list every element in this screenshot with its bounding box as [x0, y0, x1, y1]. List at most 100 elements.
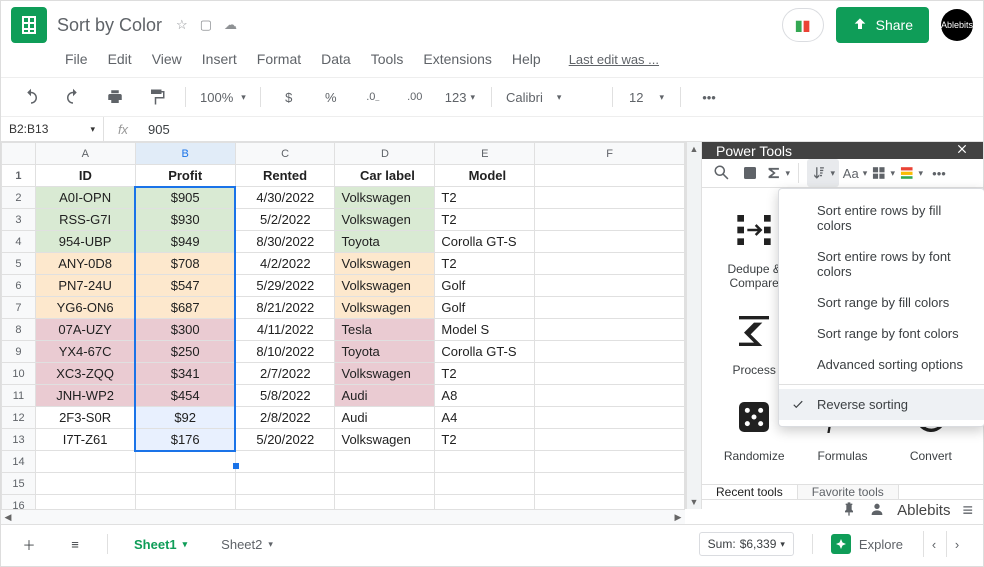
header-rented[interactable]: Rented — [235, 165, 335, 187]
menu-help[interactable]: Help — [504, 47, 549, 71]
header-id[interactable]: ID — [35, 165, 135, 187]
menu-file[interactable]: File — [57, 47, 96, 71]
row-header[interactable]: 15 — [2, 473, 36, 495]
user-icon[interactable] — [869, 501, 885, 520]
menu-item[interactable]: Sort entire rows by font colors — [779, 241, 984, 287]
tab-favorite[interactable]: Favorite tools — [798, 485, 899, 499]
col-f[interactable]: F — [535, 143, 685, 165]
share-button[interactable]: Share — [836, 7, 929, 43]
select-all-corner[interactable] — [2, 143, 36, 165]
row-header[interactable]: 9 — [2, 341, 36, 363]
menu-tools[interactable]: Tools — [363, 47, 412, 71]
tab-sheet1[interactable]: Sheet1▾ — [122, 531, 199, 558]
menu-data[interactable]: Data — [313, 47, 359, 71]
menu-item-reverse[interactable]: Reverse sorting — [779, 389, 984, 420]
redo-button[interactable] — [55, 81, 91, 113]
menu-edit[interactable]: Edit — [100, 47, 140, 71]
menu-item[interactable]: Sort range by fill colors — [779, 287, 984, 318]
table-row[interactable]: 5ANY-0D8$7084/2/2022VolkswagenT2 — [2, 253, 685, 275]
header-model[interactable]: Model — [435, 165, 535, 187]
add-sheet-button[interactable]: ＋ — [11, 528, 47, 560]
row-header[interactable]: 6 — [2, 275, 36, 297]
row-header[interactable]: 5 — [2, 253, 36, 275]
print-button[interactable] — [97, 81, 133, 113]
document-title[interactable]: Sort by Color — [57, 15, 162, 36]
chevron-right-icon[interactable]: › — [946, 531, 967, 557]
currency-button[interactable]: $ — [271, 81, 307, 113]
table-row[interactable]: 13I7T-Z61$1765/20/2022VolkswagenT2 — [2, 429, 685, 451]
table-row[interactable]: 122F3-S0R$922/8/2022AudiA4 — [2, 407, 685, 429]
col-a[interactable]: A — [35, 143, 135, 165]
move-icon[interactable]: ▢ — [200, 17, 212, 33]
col-e[interactable]: E — [435, 143, 535, 165]
row-header[interactable]: 8 — [2, 319, 36, 341]
selection-handle-icon[interactable] — [233, 463, 239, 469]
menu-format[interactable]: Format — [249, 47, 309, 71]
chevron-left-icon[interactable]: ‹ — [923, 531, 944, 557]
zoom-select[interactable]: 100% — [196, 90, 250, 105]
header-profit[interactable]: Profit — [135, 165, 235, 187]
row-header[interactable]: 2 — [2, 187, 36, 209]
scroll-up-icon[interactable]: ▲ — [687, 142, 701, 156]
table-row[interactable]: 14 — [2, 451, 685, 473]
row-header[interactable]: 16 — [2, 495, 36, 510]
name-box[interactable]: B2:B13▾ — [1, 117, 104, 141]
scroll-down-icon[interactable]: ▼ — [687, 495, 701, 509]
more-formats-button[interactable]: 123 — [439, 81, 481, 113]
table-row[interactable]: 3RSS-G7I$9305/2/2022VolkswagenT2 — [2, 209, 685, 231]
close-icon[interactable] — [955, 142, 969, 159]
meet-button[interactable]: ▮▮ — [782, 8, 824, 42]
all-sheets-button[interactable]: ≡ — [57, 528, 93, 560]
decrease-decimal-button[interactable]: .0_ — [355, 81, 391, 113]
tab-sheet2[interactable]: Sheet2▾ — [209, 531, 285, 558]
text-icon[interactable]: Aa — [843, 161, 867, 185]
sheets-logo-icon[interactable] — [11, 7, 47, 43]
row-header[interactable]: 10 — [2, 363, 36, 385]
increase-decimal-button[interactable]: .00 — [397, 81, 433, 113]
explore-button[interactable]: Explore — [831, 534, 903, 554]
last-edit[interactable]: Last edit was ... — [561, 48, 667, 71]
header-label[interactable]: Car label — [335, 165, 435, 187]
table-row[interactable]: 2A0I-OPN$9054/30/2022VolkswagenT2 — [2, 187, 685, 209]
quick-sum[interactable]: Sum:$6,339▾ — [699, 532, 794, 556]
font-select[interactable]: Calibri — [502, 90, 602, 105]
sort-icon[interactable] — [807, 159, 839, 187]
table-row[interactable]: 6PN7-24U$5475/29/2022VolkswagenGolf — [2, 275, 685, 297]
menu-extensions[interactable]: Extensions — [415, 47, 499, 71]
col-c[interactable]: C — [235, 143, 335, 165]
spreadsheet-grid[interactable]: A B C D E F 1 ID Profit Rented Car label… — [1, 142, 686, 509]
tab-recent[interactable]: Recent tools — [702, 485, 798, 499]
menu-view[interactable]: View — [144, 47, 190, 71]
vertical-scrollbar[interactable]: ▲ ▼ — [686, 142, 702, 509]
row-header[interactable]: 11 — [2, 385, 36, 407]
row-header[interactable]: 13 — [2, 429, 36, 451]
scroll-left-icon[interactable]: ◀ — [1, 510, 15, 524]
row-header[interactable]: 1 — [2, 165, 36, 187]
col-b[interactable]: B — [135, 143, 235, 165]
grid-body[interactable]: 1 ID Profit Rented Car label Model 2A0I-… — [2, 165, 685, 510]
formula-input[interactable]: 905 — [142, 122, 170, 137]
table-icon[interactable] — [899, 161, 923, 185]
star-icon[interactable]: ☆ — [176, 17, 188, 33]
table-row[interactable]: 807A-UZY$3004/11/2022TeslaModel S — [2, 319, 685, 341]
more-icon[interactable]: ••• — [927, 161, 951, 185]
row-header[interactable]: 3 — [2, 209, 36, 231]
font-size-select[interactable]: 12 — [623, 90, 670, 105]
hamburger-icon[interactable]: ≡ — [962, 500, 973, 521]
menu-item[interactable]: Sort entire rows by fill colors — [779, 195, 984, 241]
row-header[interactable]: 12 — [2, 407, 36, 429]
menu-insert[interactable]: Insert — [194, 47, 245, 71]
table-row[interactable]: 16 — [2, 495, 685, 510]
horizontal-scrollbar[interactable]: ◀ ▶ — [1, 509, 685, 524]
col-d[interactable]: D — [335, 143, 435, 165]
menu-item[interactable]: Sort range by font colors — [779, 318, 984, 349]
scroll-right-icon[interactable]: ▶ — [671, 510, 685, 524]
search-icon[interactable] — [710, 161, 734, 185]
grid-icon[interactable] — [871, 161, 895, 185]
paint-format-button[interactable] — [139, 81, 175, 113]
row-header[interactable]: 14 — [2, 451, 36, 473]
table-row[interactable]: 7YG6-ON6$6878/21/2022VolkswagenGolf — [2, 297, 685, 319]
table-row[interactable]: 4954-UBP$9498/30/2022ToyotaCorolla GT-S — [2, 231, 685, 253]
row-header[interactable]: 7 — [2, 297, 36, 319]
avatar[interactable]: Ablebits — [941, 9, 973, 41]
